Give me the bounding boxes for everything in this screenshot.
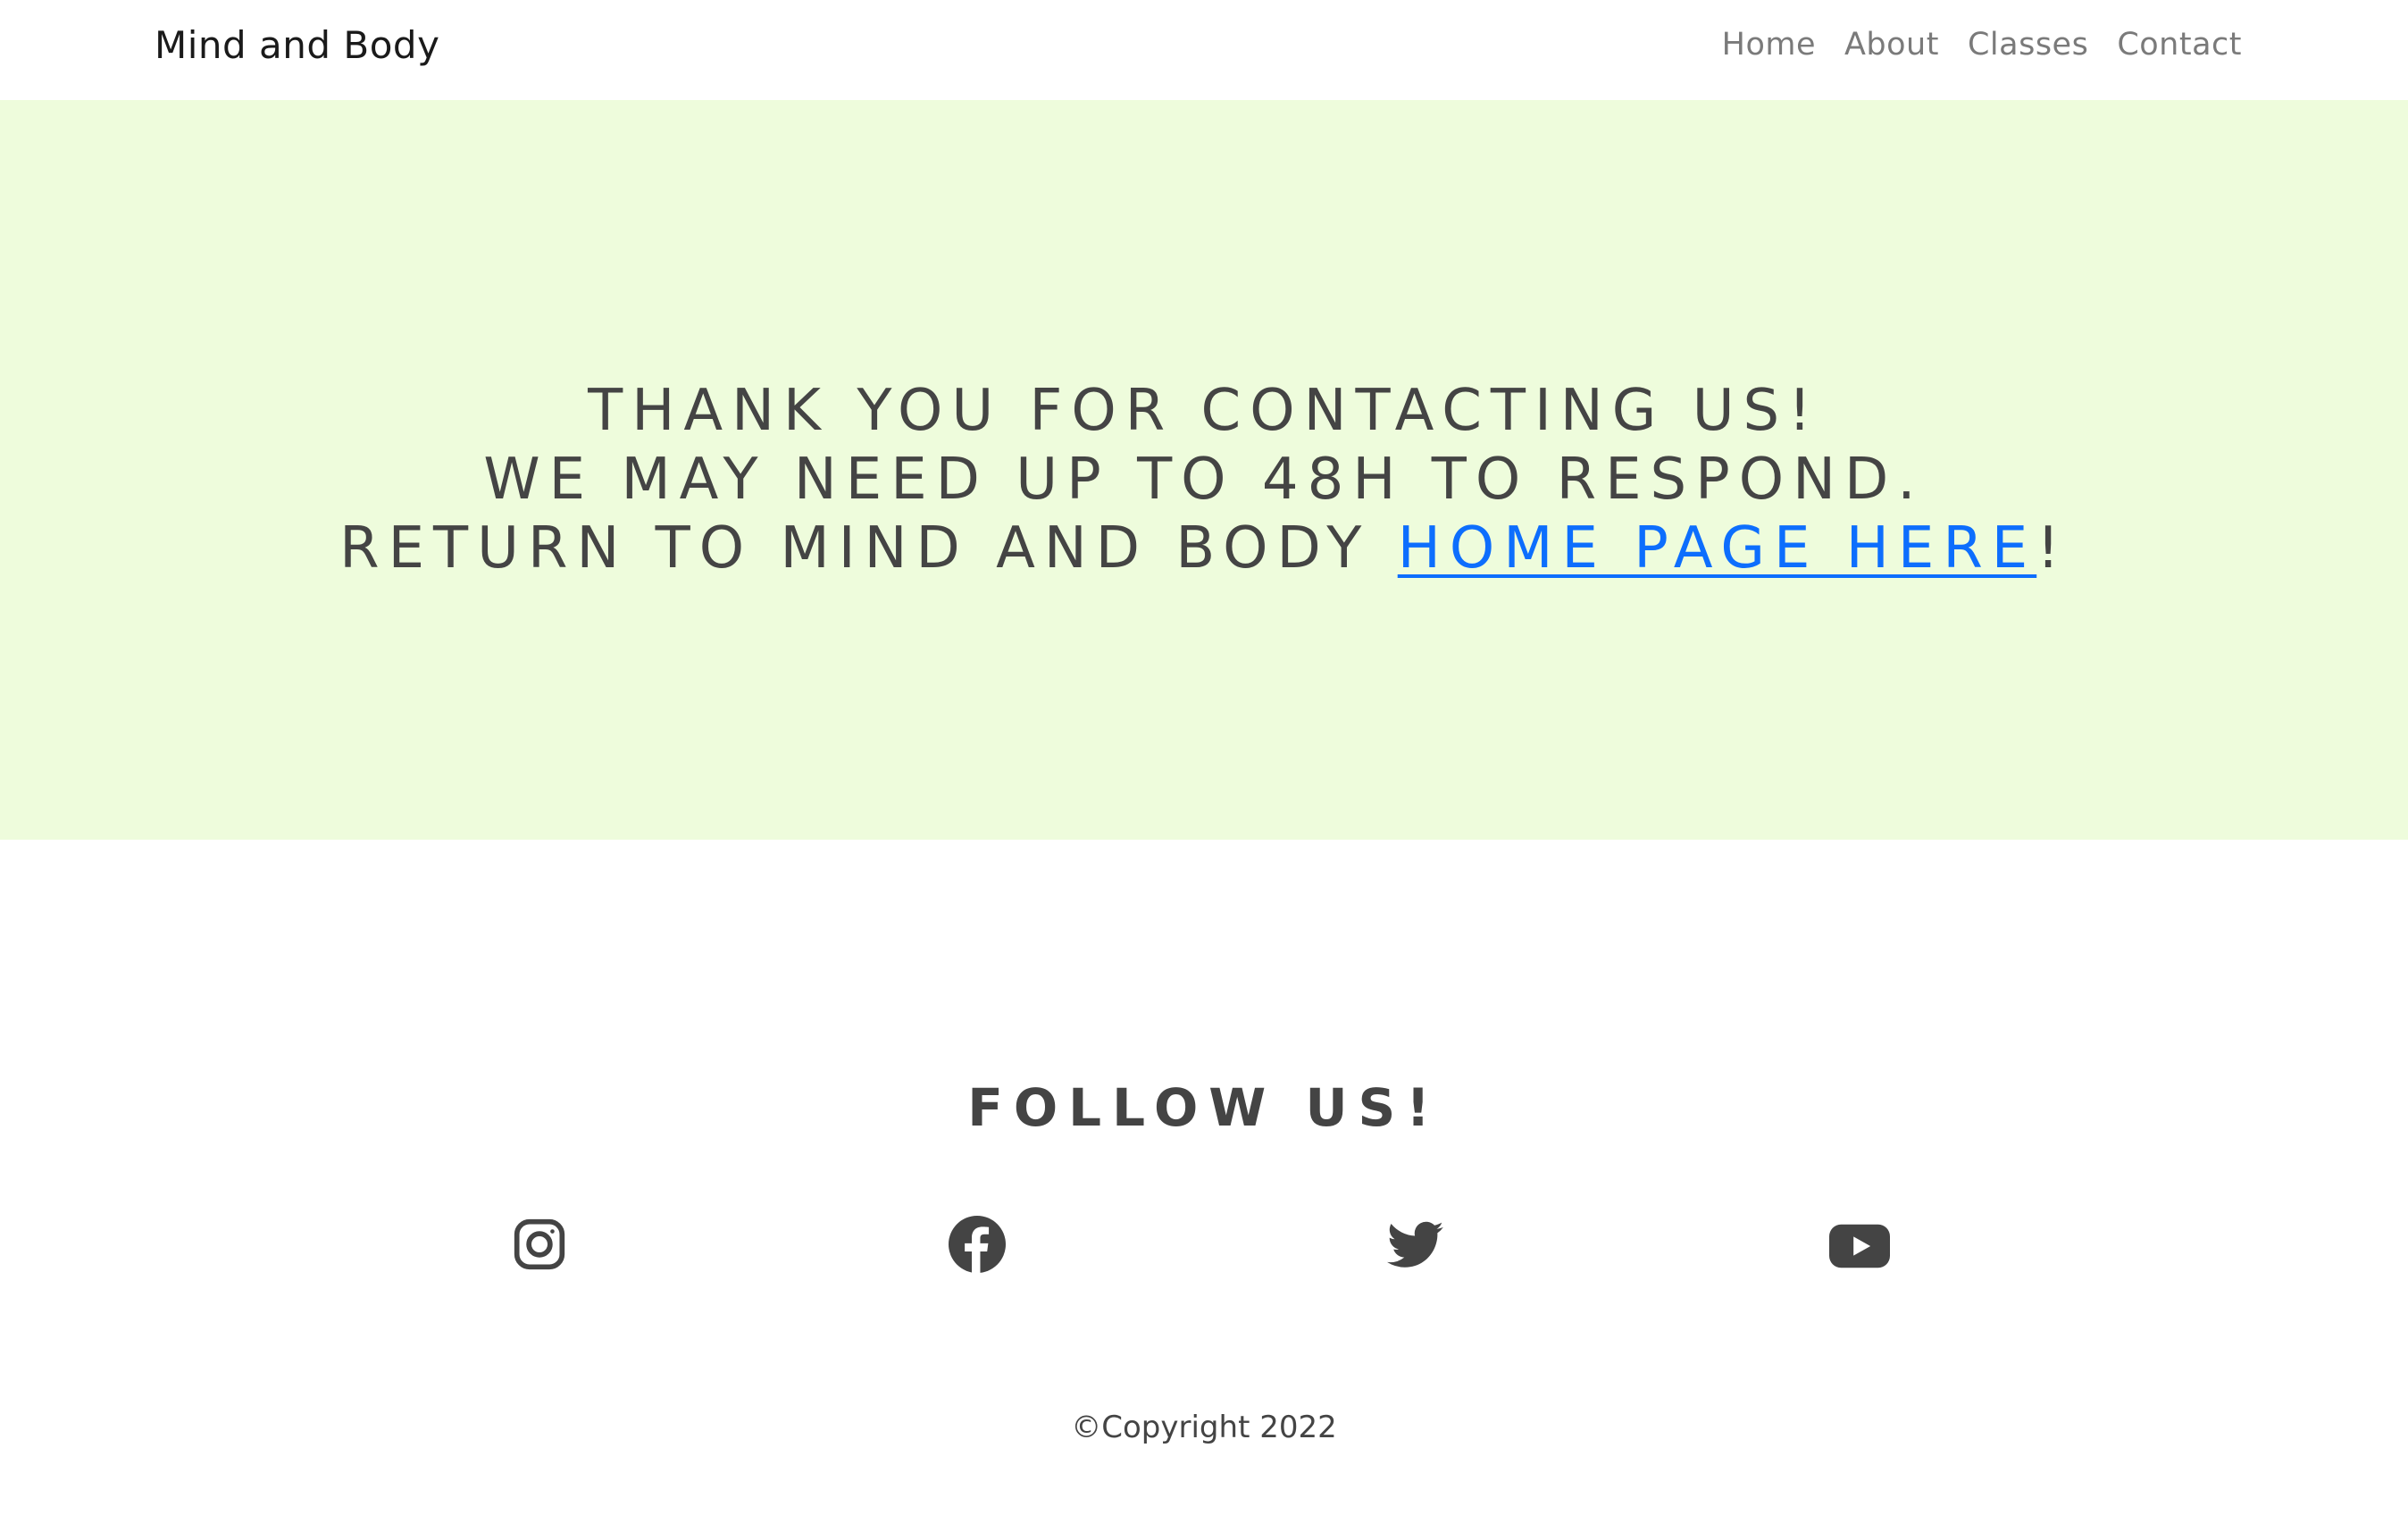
nav-link-contact[interactable]: Contact bbox=[2117, 27, 2242, 63]
facebook-icon[interactable] bbox=[949, 1216, 1006, 1273]
home-page-link[interactable]: HOME PAGE HERE bbox=[1398, 515, 2037, 582]
nav-link-classes[interactable]: Classes bbox=[1968, 27, 2088, 63]
instagram-icon[interactable] bbox=[512, 1217, 567, 1272]
thank-you-line: THANK YOU FOR CONTACTING US! bbox=[588, 378, 1820, 444]
navbar: Mind and Body Home About Classes Contact bbox=[0, 0, 2408, 100]
nav-link-home[interactable]: Home bbox=[1722, 27, 1816, 63]
return-home-prefix: RETURN TO MIND AND BODY bbox=[339, 515, 1398, 582]
thank-you-banner: THANK YOU FOR CONTACTING US! WE MAY NEED… bbox=[0, 100, 2408, 840]
social-links bbox=[0, 1215, 2408, 1277]
follow-us-heading: FOLLOW US! bbox=[967, 1077, 1441, 1139]
return-home-line: RETURN TO MIND AND BODY HOME PAGE HERE! bbox=[0, 515, 2408, 583]
nav-links: Home About Classes Contact bbox=[1722, 27, 2242, 63]
nav-link-about[interactable]: About bbox=[1844, 27, 1939, 63]
return-home-suffix: ! bbox=[2036, 515, 2069, 582]
copyright-text: ©Copyright 2022 bbox=[1071, 1410, 1337, 1445]
brand-link[interactable]: Mind and Body bbox=[155, 23, 439, 67]
twitter-icon[interactable] bbox=[1387, 1218, 1444, 1272]
thank-you-message: THANK YOU FOR CONTACTING US! WE MAY NEED… bbox=[0, 377, 2408, 583]
youtube-icon[interactable] bbox=[1829, 1224, 1890, 1268]
response-time-line: WE MAY NEED UP TO 48H TO RESPOND. bbox=[483, 447, 1925, 513]
